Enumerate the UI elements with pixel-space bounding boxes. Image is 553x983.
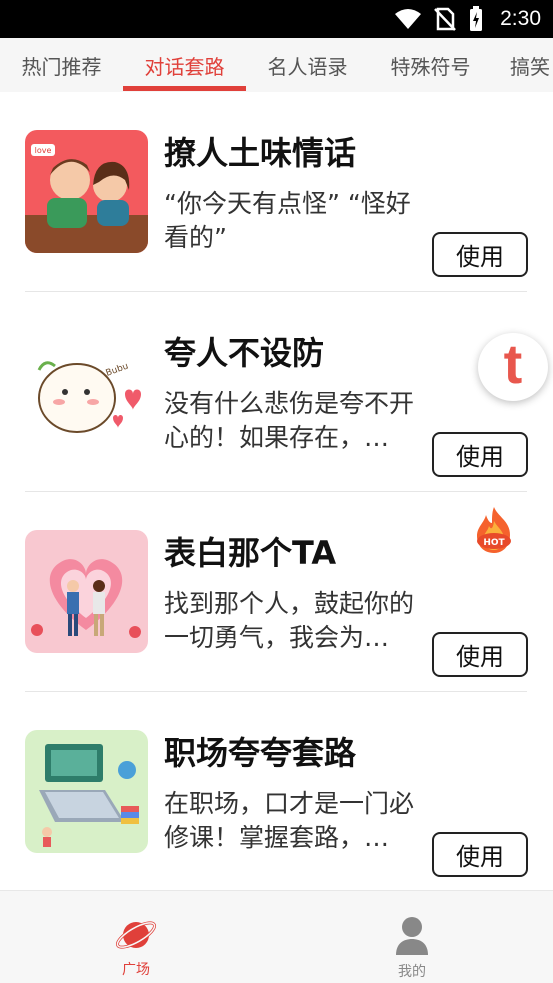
list-item[interactable]: Bubu 夸人不设防 没有什么悲伤是夸不开心的！如果存在，… 使用 [0,292,553,492]
bottom-nav: 广场 我的 [0,890,553,983]
tab-famous-quotes[interactable]: 名人语录 [246,38,369,92]
item-description: 找到那个人，鼓起你的一切勇气，我会为… [164,589,415,652]
category-tab-bar: 热门推荐 对话套路 名人语录 特殊符号 搞笑 [0,38,553,92]
status-time: 2:30 [500,7,541,30]
tab-hot-recommend[interactable]: 热门推荐 [0,38,123,92]
list-item[interactable]: 职场夸夸套路 在职场，口才是一门必修课！掌握套路，… 使用 [0,692,553,892]
wifi-icon [395,9,422,29]
user-icon [396,917,428,955]
no-sim-icon [434,7,457,31]
svg-text:love: love [35,146,52,155]
bun-sticker-thumbnail: Bubu [25,330,148,453]
use-button[interactable]: 使用 [432,232,528,277]
hot-label: HOT [483,538,505,548]
item-title: 表白那个TA [164,534,337,572]
item-title: 职场夸夸套路 [164,734,357,772]
use-button[interactable]: 使用 [432,432,528,477]
battery-charging-icon [470,6,483,31]
item-description: 没有什么悲伤是夸不开心的！如果存在，… [164,389,415,452]
floating-t-button[interactable]: t [478,333,548,401]
hot-flame-icon: HOT [472,505,516,555]
item-title: 夸人不设防 [164,334,325,372]
floating-t-label: t [503,332,523,395]
tab-special-symbols[interactable]: 特殊符号 [369,38,492,92]
active-tab-indicator [123,86,246,91]
item-title: 撩人土味情话 [164,134,357,172]
couple-thumbnail: love [25,130,148,253]
status-bar: 2:30 [0,0,553,38]
item-description: “你今天有点怪” “怪好看的” [164,189,411,252]
use-button[interactable]: 使用 [432,632,528,677]
list-item[interactable]: 表白那个TA 找到那个人，鼓起你的一切勇气，我会为… 使用 [0,492,553,692]
nav-mine-label: 我的 [398,964,426,980]
tab-funny[interactable]: 搞笑 [492,38,553,92]
tab-dialogue-routines[interactable]: 对话套路 [123,38,246,92]
use-button[interactable]: 使用 [432,832,528,877]
nav-mine[interactable]: 我的 [352,891,472,983]
status-icons: 2:30 [394,0,541,38]
item-description: 在职场，口才是一门必修课！掌握套路，… [164,789,415,852]
nav-square-label: 广场 [122,962,150,978]
planet-icon [115,921,157,949]
list-item[interactable]: love 撩人土味情话 “你今天有点怪” “怪好看的” 使用 [0,92,553,292]
workplace-thumbnail [25,730,148,853]
love-confession-thumbnail [25,530,148,653]
nav-square[interactable]: 广场 [76,891,196,983]
